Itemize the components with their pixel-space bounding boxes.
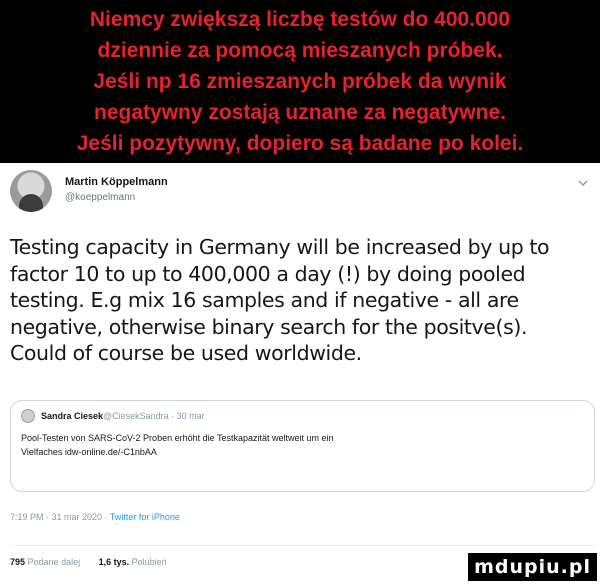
quoted-author-name: Sandra Ciesek bbox=[41, 411, 104, 421]
quoted-text-line: Pool-Testen von SARS-CoV-2 Proben erhöht… bbox=[21, 433, 334, 443]
banner-line: dziennie za pomocą mieszanych próbek. bbox=[97, 39, 503, 62]
tweet-text-line: testing. E.g mix 16 samples and if negat… bbox=[10, 288, 519, 312]
quoted-tweet[interactable]: Sandra Ciesek @CiesekSandra · 30 mar Poo… bbox=[10, 400, 595, 492]
source-link[interactable]: Twitter for iPhone bbox=[110, 512, 180, 522]
retweets-label: Podane dalej bbox=[27, 557, 81, 567]
likes-stat[interactable]: 1,6 tys. Polubień bbox=[99, 557, 167, 567]
banner-line: Jeśli np 16 zmieszanych próbek da wynik bbox=[93, 70, 507, 93]
headline-banner: Niemcy zwiększą liczbę testów do 400.000… bbox=[0, 0, 600, 163]
quoted-tweet-header: Sandra Ciesek @CiesekSandra · 30 mar bbox=[21, 409, 584, 425]
banner-line: Niemcy zwiększą liczbę testów do 400.000 bbox=[89, 8, 511, 31]
author-name[interactable]: Martin Köppelmann bbox=[65, 176, 168, 188]
retweets-count: 795 bbox=[10, 557, 26, 567]
tweet-timestamp: 7:19 PM · 31 mar 2020 · Twitter for iPho… bbox=[10, 512, 180, 522]
avatar[interactable] bbox=[10, 170, 52, 212]
tweet-text-line: Testing capacity in Germany will be incr… bbox=[10, 235, 550, 259]
quoted-text-line: Vielfaches idw-online.de/-C1nbAA bbox=[21, 447, 157, 457]
likes-label: Polubień bbox=[131, 557, 167, 567]
banner-line: negatywny zostają uznane za negatywne. bbox=[94, 101, 506, 124]
tweet-text-line: Could of course be used worldwide. bbox=[10, 341, 362, 365]
quoted-author-meta: @CiesekSandra · 30 mar bbox=[103, 411, 205, 421]
tweet-stats: 795 Podane dalej 1,6 tys. Polubień bbox=[10, 557, 183, 567]
site-watermark: mdupiu.pl bbox=[468, 553, 597, 581]
author-handle[interactable]: @koeppelmann bbox=[65, 192, 135, 203]
chevron-down-icon[interactable] bbox=[576, 176, 590, 190]
tweet-text-line: negative, otherwise binary search for th… bbox=[10, 314, 528, 339]
banner-line: Jeśli pozytywny, dopiero są badane po ko… bbox=[76, 132, 524, 155]
timestamp-text[interactable]: 7:19 PM · 31 mar 2020 · bbox=[10, 512, 110, 522]
quoted-tweet-text: Pool-Testen von SARS-CoV-2 Proben erhöht… bbox=[21, 431, 584, 459]
likes-count: 1,6 tys. bbox=[98, 557, 130, 567]
tweet-text: Testing capacity in Germany will be incr… bbox=[10, 234, 590, 367]
tweet-author: Martin Köppelmann @koeppelmann bbox=[10, 170, 590, 212]
retweets-stat[interactable]: 795 Podane dalej bbox=[10, 557, 80, 567]
avatar bbox=[21, 409, 35, 423]
divider bbox=[10, 545, 595, 546]
tweet-text-line: factor 10 to up to 400,000 a day (!) by … bbox=[10, 261, 526, 286]
